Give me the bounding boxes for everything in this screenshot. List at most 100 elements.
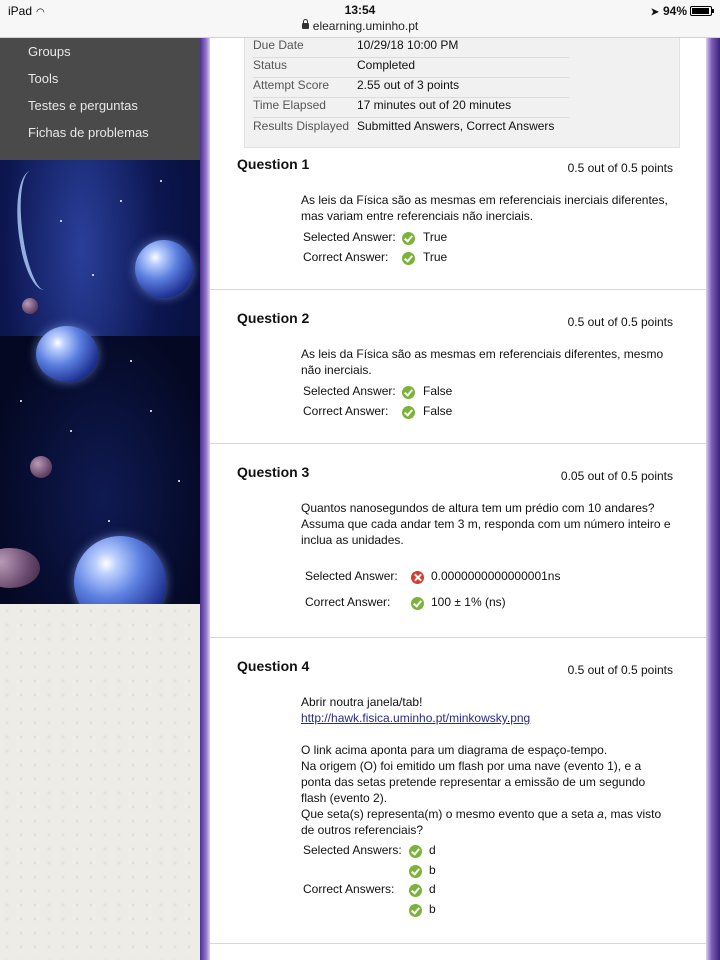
star-shape (92, 274, 94, 276)
summary-value: 10/29/18 10:00 PM (357, 38, 459, 52)
question-line: Na origem (O) foi emitido um flash por u… (301, 759, 642, 773)
question-title: Question 2 (237, 310, 310, 326)
correct-answer-value: d (429, 882, 436, 896)
space-background-image (0, 160, 204, 604)
summary-row: Status Completed (253, 58, 569, 78)
correct-check-icon (402, 386, 415, 399)
correct-check-icon (409, 904, 422, 917)
sidebar-item-problem-sheets[interactable]: Fichas de problemas (0, 119, 204, 146)
question-points: 0.05 out of 0.5 points (560, 469, 673, 483)
url-text: elearning.uminho.pt (312, 19, 419, 33)
selected-answer-label: Selected Answer: (305, 569, 398, 583)
address-bar[interactable]: elearning.uminho.pt (0, 19, 720, 33)
summary-row: Due Date 10/29/18 10:00 PM (253, 38, 569, 58)
summary-row: Results Displayed Submitted Answers, Cor… (253, 119, 569, 139)
sidebar-pattern-background (0, 604, 204, 960)
bubble-shape (135, 240, 193, 298)
question-line-text: Que seta(s) representa(m) o mesmo evento… (301, 807, 598, 821)
selected-answers-label: Selected Answers: (303, 843, 402, 857)
bubble-shape (36, 326, 98, 382)
question-line: O link acima aponta para um diagrama de … (301, 743, 608, 757)
battery-indicator: ➤ 94% (650, 4, 714, 18)
attempt-summary: Due Date 10/29/18 10:00 PM Status Comple… (244, 38, 680, 148)
purple-frame-left (200, 38, 210, 960)
question-body: Abrir noutra janela/tab! http://hawk.fis… (301, 694, 681, 838)
question-intro: Abrir noutra janela/tab! (301, 695, 423, 709)
clock: 13:54 (344, 3, 376, 17)
sidebar-item-tests[interactable]: Testes e perguntas (0, 92, 204, 119)
question-text: As leis da Física são as mesmas em refer… (301, 193, 668, 223)
purple-frame-right (706, 38, 720, 960)
test-results-panel[interactable]: Due Date 10/29/18 10:00 PM Status Comple… (210, 38, 706, 960)
summary-label: Due Date (253, 38, 304, 52)
star-shape (60, 220, 62, 222)
question-block: Question 4 0.5 out of 0.5 points Abrir n… (210, 638, 706, 944)
star-shape (150, 410, 152, 412)
selected-answer-value: b (429, 863, 436, 877)
star-shape (108, 520, 110, 522)
question-block: Question 3 0.05 out of 0.5 points Quanto… (210, 444, 706, 638)
planet-shape (30, 456, 52, 478)
summary-label: Attempt Score (253, 78, 330, 92)
battery-fill (692, 8, 709, 14)
battery-icon (690, 6, 714, 16)
star-shape (120, 200, 122, 202)
battery-percent: 94% (662, 4, 687, 18)
star-shape (20, 400, 22, 402)
correct-check-icon (402, 232, 415, 245)
correct-answer-label: Correct Answer: (303, 404, 389, 418)
summary-value: 2.55 out of 3 points (357, 78, 460, 92)
summary-label: Status (253, 58, 288, 72)
correct-answer-value: False (423, 404, 453, 418)
question-points: 0.5 out of 0.5 points (567, 663, 673, 677)
summary-row: Time Elapsed 17 minutes out of 20 minute… (253, 98, 569, 118)
summary-value: Submitted Answers, Correct Answers (357, 119, 555, 133)
summary-label: Time Elapsed (253, 98, 326, 112)
question-points: 0.5 out of 0.5 points (567, 161, 673, 175)
course-menu: Groups Tools Testes e perguntas Fichas d… (0, 38, 204, 160)
correct-check-icon (409, 865, 422, 878)
arrow-a-label: a (597, 807, 604, 821)
selected-answer-value: d (429, 843, 436, 857)
summary-row: Attempt Score 2.55 out of 3 points (253, 78, 569, 98)
question-block: Question 2 0.5 out of 0.5 points As leis… (210, 290, 706, 444)
sidebar-item-tools[interactable]: Tools (0, 65, 204, 92)
star-shape (130, 360, 132, 362)
question-title: Question 1 (237, 156, 310, 172)
planet-shape (22, 298, 38, 314)
comet-shape (7, 167, 69, 293)
star-shape (160, 180, 162, 182)
summary-value: 17 minutes out of 20 minutes (357, 98, 512, 112)
star-shape (178, 480, 180, 482)
diagram-link[interactable]: http://hawk.fisica.uminho.pt/minkowsky.p… (301, 711, 530, 725)
summary-value: Completed (357, 58, 416, 72)
question-line: de outros referenciais? (301, 823, 424, 837)
correct-check-icon (411, 597, 424, 610)
selected-answer-value: False (423, 384, 453, 398)
correct-check-icon (402, 252, 415, 265)
question-line: flash (evento 2). (301, 791, 388, 805)
question-points: 0.5 out of 0.5 points (567, 315, 673, 329)
correct-check-icon (409, 884, 422, 897)
question-line: ponta das setas pretende representar a e… (301, 775, 646, 789)
correct-answer-value: 100 ± 1% (ns) (431, 595, 506, 609)
location-icon: ➤ (650, 7, 659, 18)
question-line-tail: , mas visto (603, 807, 662, 821)
selected-answer-label: Selected Answer: (303, 230, 396, 244)
correct-answer-value: b (429, 902, 436, 916)
lock-icon (301, 19, 309, 29)
sidebar-item-groups[interactable]: Groups (0, 38, 204, 65)
correct-answer-label: Correct Answer: (303, 250, 389, 264)
correct-answers-label: Correct Answers: (303, 882, 395, 896)
selected-answer-label: Selected Answer: (303, 384, 396, 398)
question-title: Question 3 (237, 464, 310, 480)
question-title: Question 4 (237, 658, 310, 674)
correct-answer-label: Correct Answer: (305, 595, 391, 609)
correct-answer-value: True (423, 250, 448, 264)
correct-check-icon (409, 845, 422, 858)
question-text: As leis da Física são as mesmas em refer… (301, 347, 664, 377)
selected-answer-value: 0.0000000000000001ns (431, 569, 561, 583)
star-shape (70, 430, 72, 432)
selected-answer-value: True (423, 230, 448, 244)
summary-label: Results Displayed (253, 119, 350, 133)
